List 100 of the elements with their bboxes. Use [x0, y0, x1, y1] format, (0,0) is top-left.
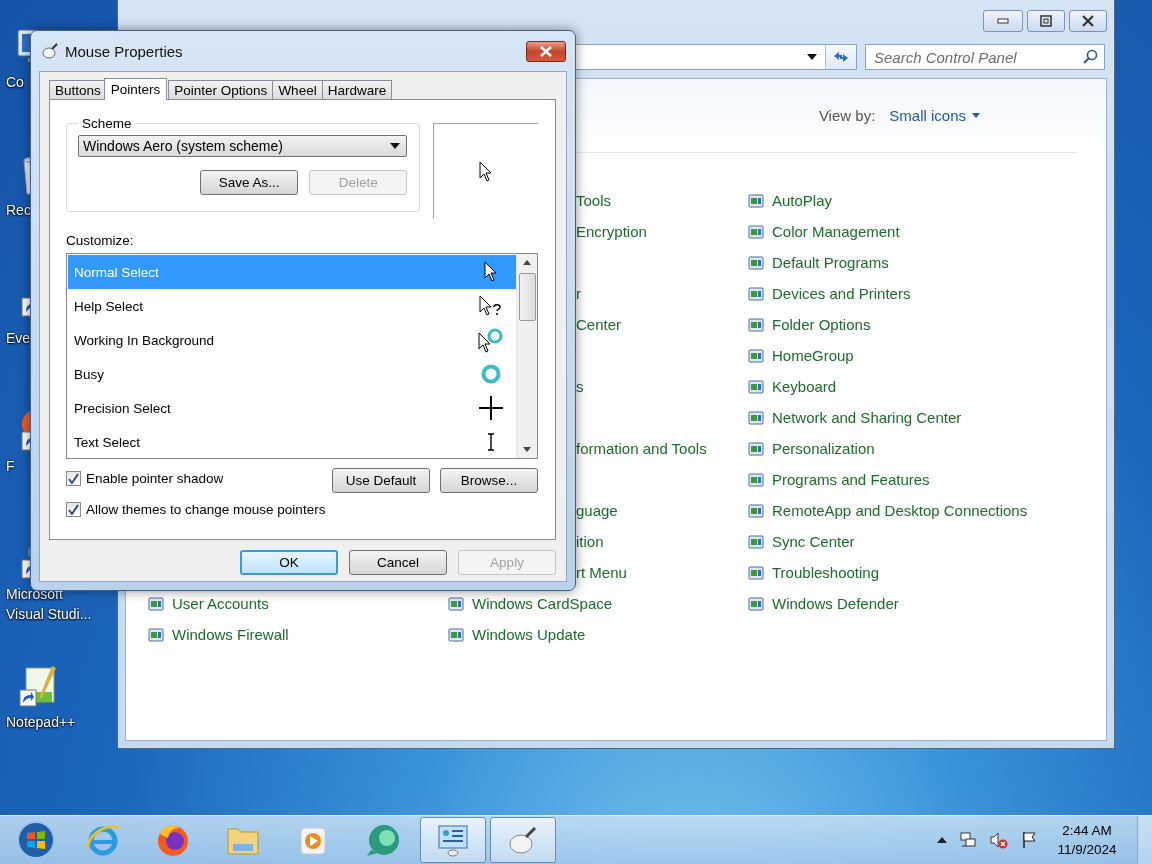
window-icon — [748, 223, 764, 240]
window-icon — [748, 533, 764, 550]
window-icon — [748, 564, 764, 581]
window-icon — [748, 471, 764, 488]
window-icon — [748, 502, 764, 519]
scheme-dropdown[interactable]: Windows Aero (system scheme) — [78, 135, 408, 157]
tab[interactable]: Hardware — [321, 80, 393, 99]
control-panel-link[interactable]: rt Menu — [576, 564, 627, 581]
control-panel-link[interactable]: formation and Tools — [576, 440, 707, 457]
control-panel-link[interactable]: Windows CardSpace — [472, 595, 613, 612]
tab[interactable]: Wheel — [272, 80, 323, 99]
arrow-cursor-icon — [479, 160, 494, 183]
minimize-button[interactable] — [983, 10, 1023, 32]
close-button[interactable] — [526, 40, 566, 62]
maximize-button[interactable] — [1027, 10, 1065, 32]
caret-icon — [972, 113, 980, 118]
window-icon — [748, 254, 764, 271]
control-panel-link[interactable]: Windows Firewall — [172, 626, 289, 643]
desktop-icon-label[interactable]: Notepad++ — [0, 712, 98, 732]
refresh-button[interactable] — [825, 45, 856, 69]
control-panel-link[interactable]: Network and Sharing Center — [772, 409, 962, 426]
control-panel-link[interactable]: Personalization — [772, 440, 875, 457]
control-panel-link[interactable]: Keyboard — [772, 378, 837, 395]
window-icon — [748, 409, 764, 426]
scroll-down-arrow-icon[interactable] — [523, 447, 531, 452]
customize-label: Customize: — [66, 233, 135, 249]
minimize-icon — [997, 18, 1009, 24]
view-by-label: View by: — [818, 107, 876, 124]
window-icon — [148, 595, 164, 612]
control-panel-link[interactable]: Troubleshooting — [772, 564, 879, 581]
busy-ring-icon — [480, 363, 502, 385]
control-panel-link[interactable]: HomeGroup — [772, 347, 854, 364]
control-panel-link[interactable]: Center — [576, 316, 622, 333]
scroll-thumb[interactable] — [518, 273, 536, 321]
flag-icon[interactable] — [1021, 831, 1037, 849]
control-panel-link[interactable]: User Accounts — [172, 595, 269, 612]
window-icon — [448, 626, 464, 643]
refresh-icon — [832, 50, 850, 64]
checkbox[interactable]: Enable pointer shadow — [66, 471, 224, 486]
taskbar-button[interactable] — [490, 817, 556, 863]
dialog-button[interactable]: Cancel — [349, 550, 447, 575]
list-item[interactable]: Working In Background — [68, 323, 516, 357]
show-hidden-icons-icon[interactable] — [937, 837, 947, 843]
pointer-button[interactable]: Browse... — [440, 468, 538, 493]
checkbox[interactable]: Allow themes to change mouse pointers — [66, 502, 538, 517]
dropdown-arrow-icon[interactable] — [807, 54, 817, 60]
control-panel-link[interactable]: Default Programs — [772, 254, 889, 271]
taskbar-button[interactable] — [420, 817, 486, 863]
window-icon — [748, 595, 764, 612]
control-panel-link[interactable]: Folder Options — [772, 316, 871, 333]
help-cursor-icon — [479, 295, 503, 317]
control-panel-link[interactable]: Encryption — [576, 223, 647, 240]
muted-speaker-icon[interactable] — [989, 831, 1009, 849]
control-panel-link[interactable]: Programs and Features — [772, 471, 930, 488]
network-icon[interactable] — [959, 831, 977, 849]
dialog-button[interactable]: OK — [240, 550, 338, 575]
window-icon — [748, 440, 764, 457]
tab[interactable]: Pointers — [103, 78, 168, 100]
scheme-button[interactable]: Save As... — [200, 170, 299, 195]
working-cursor-icon — [478, 327, 504, 353]
search-icon[interactable] — [1082, 49, 1098, 65]
scroll-up-arrow-icon[interactable] — [523, 260, 531, 265]
dropdown-arrow-icon — [390, 143, 401, 149]
close-icon — [1082, 15, 1094, 27]
list-item[interactable]: Help Select — [68, 289, 516, 323]
search-field[interactable]: Search Control Panel — [865, 44, 1105, 70]
pointer-button[interactable]: Use Default — [332, 468, 430, 493]
window-icon — [748, 192, 764, 209]
control-panel-link[interactable]: Color Management — [772, 223, 900, 240]
tab[interactable]: Buttons — [49, 80, 107, 99]
control-panel-link[interactable]: Tools — [576, 192, 612, 209]
close-icon — [540, 45, 552, 57]
tab[interactable]: Pointer Options — [168, 80, 274, 99]
maximize-icon — [1040, 15, 1052, 27]
clock-time: 2:44 AM — [1062, 822, 1112, 840]
window-icon — [148, 626, 164, 643]
scrollbar[interactable] — [516, 254, 537, 458]
checkmark-icon — [68, 504, 79, 515]
window-title: Mouse Properties — [65, 42, 184, 60]
control-panel-link[interactable]: RemoteApp and Desktop Connections — [772, 502, 1028, 519]
control-panel-link[interactable]: Windows Update — [472, 626, 586, 643]
control-panel-link[interactable]: guage — [576, 502, 618, 519]
list-item[interactable]: Precision Select — [68, 391, 516, 425]
control-panel-link[interactable]: Sync Center — [772, 533, 855, 550]
list-item[interactable]: Busy — [68, 357, 516, 391]
windows-logo-icon — [16, 820, 56, 860]
clock[interactable]: 2:44 AM 11/9/2024 — [1049, 821, 1125, 859]
group-label: Scheme — [81, 116, 133, 131]
control-panel-link[interactable]: s — [576, 378, 584, 395]
control-panel-link[interactable]: AutoPlay — [772, 192, 833, 209]
control-panel-link[interactable]: r — [576, 285, 581, 302]
list-item[interactable]: Text Select — [68, 425, 516, 459]
control-panel-link[interactable]: Windows Defender — [772, 595, 899, 612]
close-button[interactable] — [1069, 10, 1107, 32]
window-icon — [748, 347, 764, 364]
mouse-icon — [41, 43, 59, 59]
control-panel-link[interactable]: Devices and Printers — [772, 285, 911, 302]
window-icon — [748, 316, 764, 333]
view-mode-link[interactable]: Small icons — [889, 107, 980, 124]
control-panel-link[interactable]: ition — [576, 533, 604, 550]
